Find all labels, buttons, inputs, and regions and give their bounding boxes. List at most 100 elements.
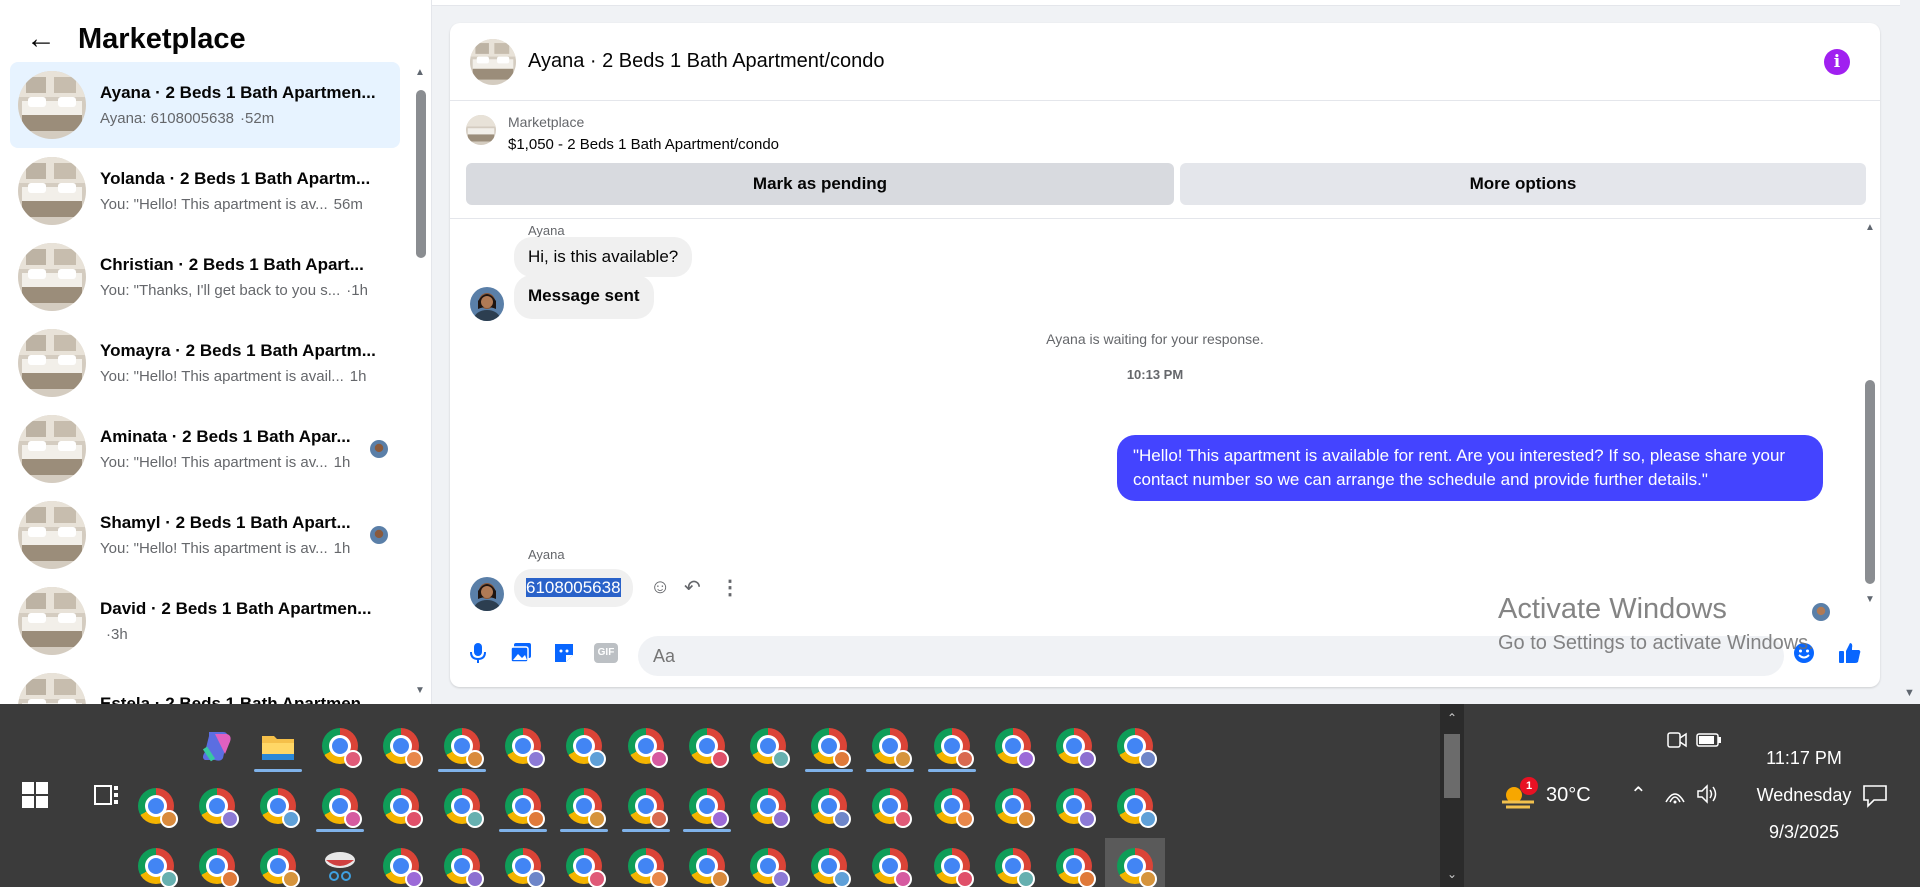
network-icon[interactable]	[1664, 784, 1686, 810]
selected-phone-number[interactable]: 6108005638	[526, 578, 621, 597]
chrome-icon[interactable]	[1044, 778, 1104, 834]
task-view-icon[interactable]	[94, 782, 120, 808]
taskbar-scrollbar[interactable]: ⌃ ⌄	[1440, 704, 1464, 887]
more-options-button[interactable]: More options	[1180, 163, 1866, 205]
conversation-item[interactable]: Ayana · 2 Beds 1 Bath Apartmen... Ayana: …	[10, 62, 400, 148]
chrome-icon[interactable]	[371, 778, 431, 834]
chrome-icon[interactable]	[371, 718, 431, 774]
battery-icon[interactable]	[1696, 732, 1722, 748]
chrome-icon[interactable]	[799, 778, 859, 834]
chrome-icon[interactable]	[310, 778, 370, 834]
listing-price-title[interactable]: $1,050 - 2 Beds 1 Bath Apartment/condo	[508, 136, 779, 153]
chrome-icon[interactable]	[432, 838, 492, 887]
chrome-icon[interactable]	[493, 778, 553, 834]
chrome-icon[interactable]	[738, 838, 798, 887]
gif-icon[interactable]: GIF	[592, 639, 620, 667]
sidebar-scroll-thumb[interactable]	[416, 90, 426, 258]
chrome-icon[interactable]	[799, 838, 859, 887]
more-actions-icon[interactable]: ⋮	[720, 575, 740, 600]
taskbar-scroll-down-icon[interactable]: ⌄	[1447, 868, 1457, 880]
sender-avatar[interactable]	[470, 577, 504, 611]
scroll-down-arrow-icon[interactable]: ▼	[415, 686, 425, 696]
chrome-icon[interactable]	[616, 718, 676, 774]
scroll-down-arrow-icon[interactable]: ▼	[1865, 595, 1875, 605]
temperature[interactable]: 30°C	[1546, 784, 1591, 807]
conversation-item[interactable]: David · 2 Beds 1 Bath Apartmen... ·3h	[10, 578, 400, 664]
conversation-item[interactable]: Christian · 2 Beds 1 Bath Apart... You: "…	[10, 234, 400, 320]
reply-icon[interactable]: ↶	[684, 575, 701, 600]
page-scroll-down-icon[interactable]: ▼	[1904, 688, 1915, 699]
chrome-icon[interactable]	[616, 838, 676, 887]
meet-now-icon[interactable]	[1666, 730, 1688, 750]
chrome-icon[interactable]	[738, 718, 798, 774]
chrome-icon[interactable]	[677, 778, 737, 834]
notification-center-icon[interactable]	[1862, 784, 1888, 808]
message-scrollbar[interactable]: ▲ ▼	[1860, 219, 1880, 619]
clock-time[interactable]: 11:17 PM	[1744, 748, 1864, 769]
back-arrow-icon[interactable]: ←	[26, 24, 56, 54]
chrome-icon[interactable]	[860, 718, 920, 774]
outgoing-message[interactable]: "Hello! This apartment is available for …	[1117, 435, 1823, 501]
emoji-icon[interactable]	[1790, 639, 1818, 667]
conversation-item[interactable]: Aminata · 2 Beds 1 Bath Apar... You: "Hel…	[10, 406, 400, 492]
microphone-icon[interactable]	[464, 639, 492, 667]
sidebar-scrollbar[interactable]: ▲ ▼	[412, 62, 428, 704]
chrome-icon[interactable]	[187, 838, 247, 887]
chrome-icon[interactable]	[922, 778, 982, 834]
chrome-icon[interactable]	[248, 778, 308, 834]
chrome-icon[interactable]	[922, 838, 982, 887]
chrome-icon[interactable]	[677, 838, 737, 887]
clock-date[interactable]: 9/3/2025	[1744, 822, 1864, 843]
info-icon[interactable]: i	[1824, 49, 1850, 75]
windows-start-icon[interactable]	[22, 782, 48, 808]
chrome-icon[interactable]	[738, 778, 798, 834]
chrome-icon[interactable]	[187, 778, 247, 834]
chrome-icon[interactable]	[1044, 718, 1104, 774]
taskbar-scroll-up-icon[interactable]: ⌃	[1447, 712, 1457, 724]
message-input[interactable]	[638, 636, 1784, 676]
chrome-icon[interactable]	[493, 838, 553, 887]
chrome-icon[interactable]	[493, 718, 553, 774]
chrome-icon[interactable]	[983, 838, 1043, 887]
chrome-icon[interactable]	[677, 718, 737, 774]
chrome-icon[interactable]	[371, 838, 431, 887]
mark-as-pending-button[interactable]: Mark as pending	[466, 163, 1174, 205]
chrome-icon[interactable]	[554, 718, 614, 774]
show-hidden-icons-chevron-icon[interactable]: ⌃	[1630, 782, 1647, 807]
chrome-icon[interactable]	[310, 718, 370, 774]
chrome-icon[interactable]	[432, 718, 492, 774]
sender-avatar[interactable]	[470, 287, 504, 321]
snipping-tool-icon[interactable]	[310, 838, 370, 887]
chrome-icon[interactable]	[860, 778, 920, 834]
taskbar-scroll-thumb[interactable]	[1444, 734, 1460, 798]
volume-icon[interactable]	[1696, 784, 1720, 810]
conversation-item[interactable]: Yolanda · 2 Beds 1 Bath Apartm... You: "H…	[10, 148, 400, 234]
chrome-icon[interactable]	[1105, 778, 1165, 834]
react-emoji-icon[interactable]: ☺	[650, 576, 670, 599]
incoming-message[interactable]: Hi, is this available?	[514, 237, 693, 277]
scroll-up-arrow-icon[interactable]: ▲	[415, 68, 425, 78]
scroll-up-arrow-icon[interactable]: ▲	[1865, 223, 1875, 233]
chrome-icon[interactable]	[126, 778, 186, 834]
chrome-icon[interactable]	[554, 778, 614, 834]
chrome-icon[interactable]	[432, 778, 492, 834]
chrome-icon[interactable]	[983, 778, 1043, 834]
chrome-icon[interactable]	[983, 718, 1043, 774]
incoming-message[interactable]: 6108005638	[514, 569, 633, 607]
copilot-icon[interactable]	[187, 718, 247, 774]
chrome-icon[interactable]	[799, 718, 859, 774]
sticker-icon[interactable]	[550, 639, 578, 667]
clock-day[interactable]: Wednesday	[1734, 785, 1874, 806]
conversation-item[interactable]: Estela · 2 Beds 1 Bath Apartmen...	[10, 664, 400, 704]
chrome-icon[interactable]	[922, 718, 982, 774]
chrome-icon[interactable]	[126, 838, 186, 887]
chrome-icon[interactable]	[860, 838, 920, 887]
incoming-message[interactable]: Message sent	[514, 275, 654, 319]
chrome-icon[interactable]	[1105, 838, 1166, 887]
listing-thumbnail[interactable]	[466, 115, 496, 145]
chrome-icon[interactable]	[616, 778, 676, 834]
chrome-icon[interactable]	[1105, 718, 1165, 774]
chrome-icon[interactable]	[248, 838, 308, 887]
thumbs-up-icon[interactable]	[1836, 639, 1864, 667]
message-scroll-thumb[interactable]	[1865, 380, 1875, 584]
